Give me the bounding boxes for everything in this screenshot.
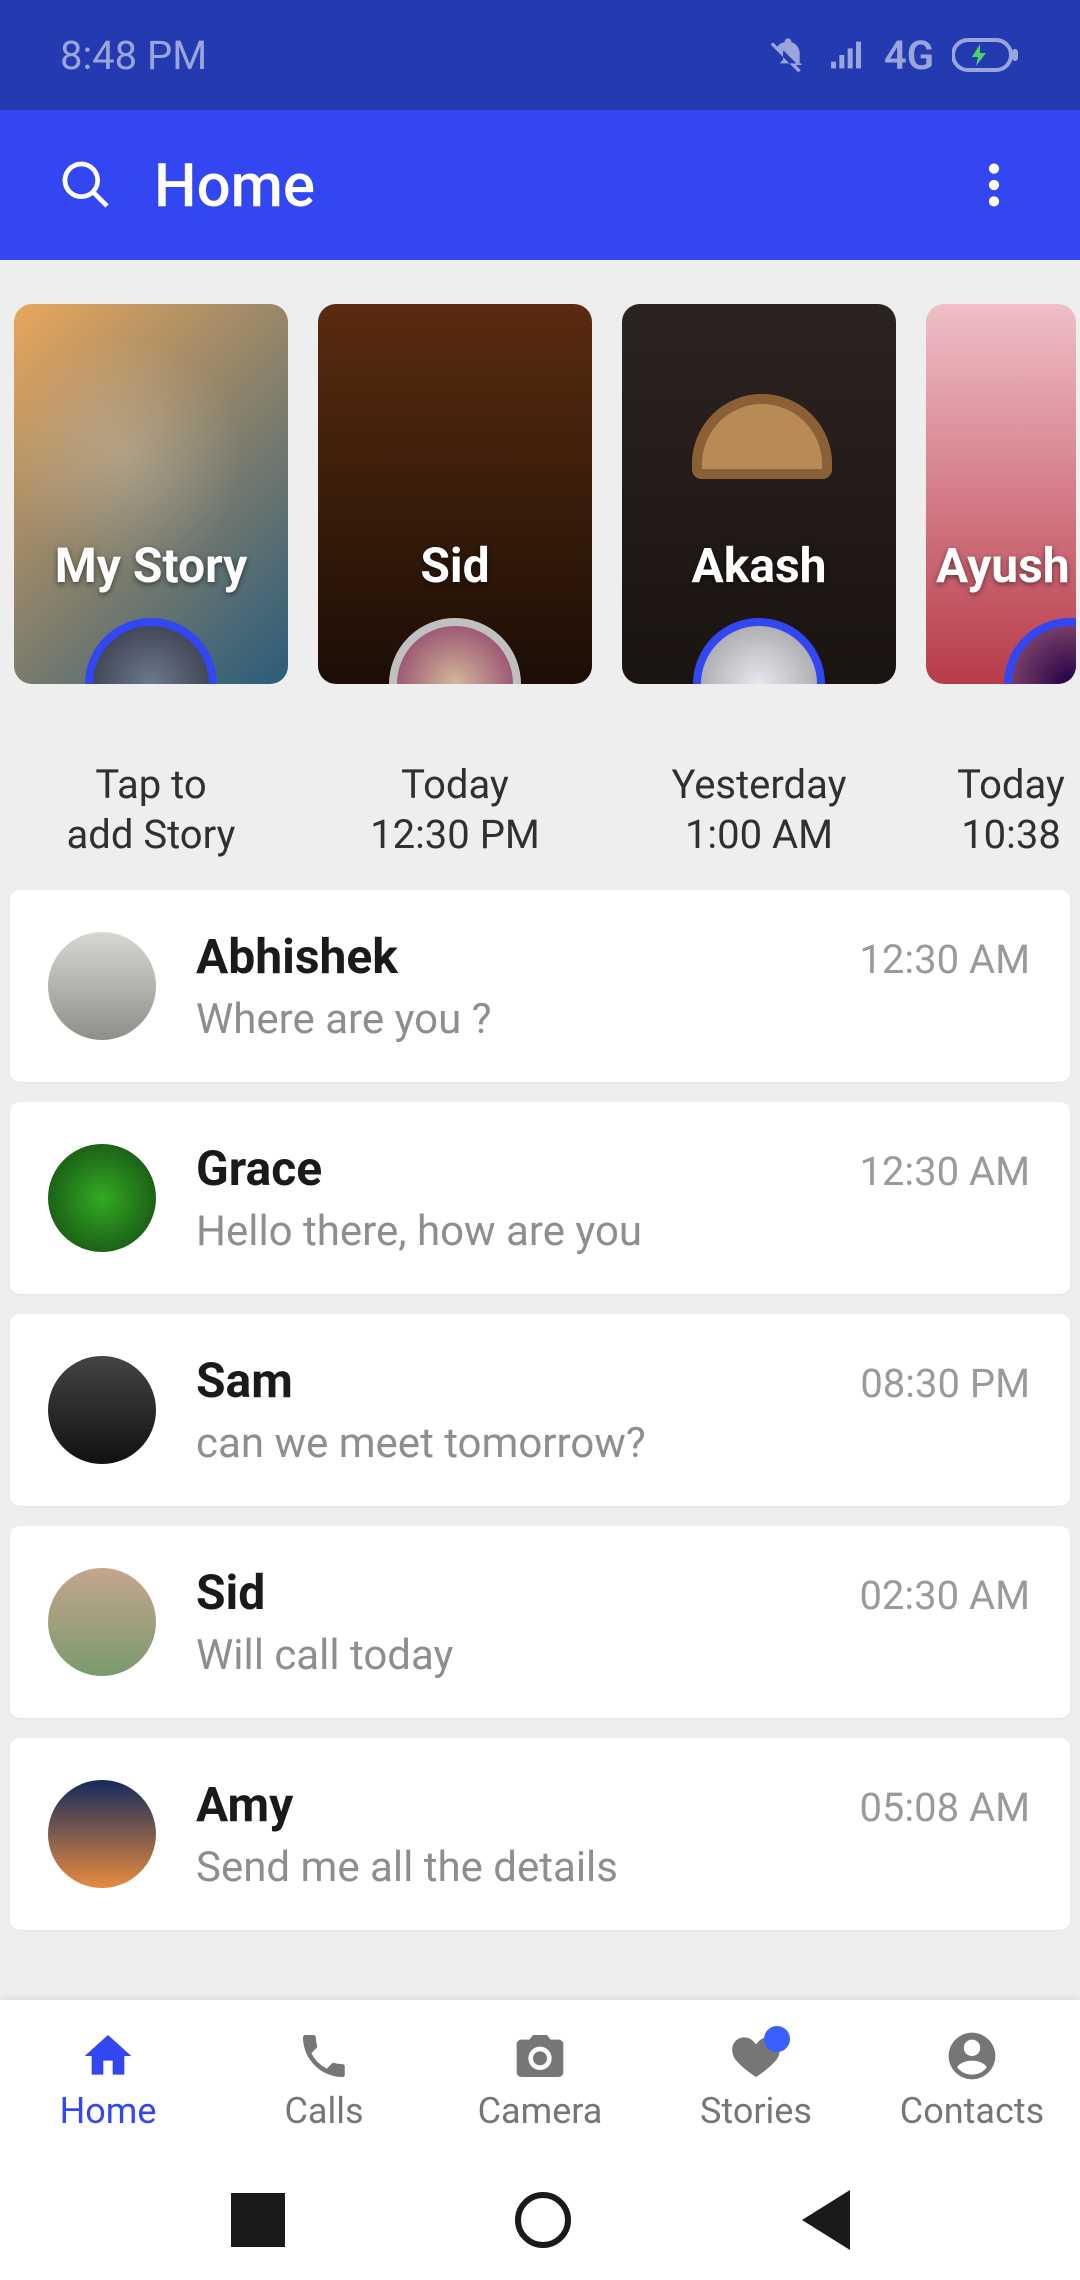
camera-icon xyxy=(512,2028,568,2084)
back-button[interactable] xyxy=(802,2190,850,2250)
home-icon xyxy=(80,2028,136,2084)
chat-preview: can we meet tomorrow? xyxy=(196,1419,1030,1468)
avatar xyxy=(48,1568,156,1676)
avatar xyxy=(48,932,156,1040)
story-my-story[interactable]: My Story Tap to add Story xyxy=(14,304,288,860)
nav-calls[interactable]: Calls xyxy=(216,2000,432,2160)
chat-preview: Will call today xyxy=(196,1631,1030,1680)
nav-label: Contacts xyxy=(900,2090,1044,2132)
chat-time: 12:30 AM xyxy=(859,1148,1030,1195)
chat-name: Sam xyxy=(196,1352,293,1409)
recent-apps-button[interactable] xyxy=(231,2193,285,2247)
story-image: Akash xyxy=(622,304,896,684)
story-caption: Tap to add Story xyxy=(67,760,236,860)
status-clock: 8:48 PM xyxy=(60,32,207,79)
app-toolbar: Home xyxy=(0,110,1080,260)
phone-icon xyxy=(296,2028,352,2084)
avatar xyxy=(48,1780,156,1888)
nav-home[interactable]: Home xyxy=(0,2000,216,2160)
search-icon[interactable] xyxy=(48,147,124,223)
chat-time: 08:30 PM xyxy=(860,1360,1030,1407)
story-label: Sid xyxy=(318,537,592,594)
story-image: Ayush xyxy=(926,304,1076,684)
avatar xyxy=(48,1144,156,1252)
bottom-nav: Home Calls Camera Stories Contacts xyxy=(0,2000,1080,2160)
story-avatar xyxy=(389,618,521,684)
nav-contacts[interactable]: Contacts xyxy=(864,2000,1080,2160)
story-sid[interactable]: Sid Today 12:30 PM xyxy=(318,304,592,860)
chat-row[interactable]: Grace 12:30 AM Hello there, how are you xyxy=(10,1102,1070,1294)
chat-name: Grace xyxy=(196,1140,322,1197)
nav-label: Stories xyxy=(700,2090,812,2132)
story-caption: Today 10:38 xyxy=(957,760,1065,860)
dnd-bell-off-icon xyxy=(768,35,808,75)
battery-charging-icon xyxy=(952,37,1020,73)
signal-icon xyxy=(826,35,866,75)
nav-camera[interactable]: Camera xyxy=(432,2000,648,2160)
chat-time: 12:30 AM xyxy=(859,936,1030,983)
story-avatar xyxy=(85,618,217,684)
story-label: Ayush xyxy=(936,537,1076,594)
story-ayush[interactable]: Ayush Today 10:38 xyxy=(926,304,1076,860)
nav-label: Camera xyxy=(478,2090,603,2132)
chat-preview: Hello there, how are you xyxy=(196,1207,1030,1256)
chat-row[interactable]: Amy 05:08 AM Send me all the details xyxy=(10,1738,1070,1930)
status-bar: 8:48 PM 4G xyxy=(0,0,1080,110)
story-caption: Yesterday 1:00 AM xyxy=(671,760,846,860)
story-image: My Story xyxy=(14,304,288,684)
more-vert-icon[interactable] xyxy=(956,147,1032,223)
chat-list[interactable]: Abhishek 12:30 AM Where are you ? Grace … xyxy=(0,890,1080,1930)
chat-preview: Where are you ? xyxy=(196,995,1030,1044)
page-title: Home xyxy=(154,150,315,221)
story-avatar xyxy=(1004,618,1076,684)
story-image: Sid xyxy=(318,304,592,684)
chat-preview: Send me all the details xyxy=(196,1843,1030,1892)
chat-row[interactable]: Sid 02:30 AM Will call today xyxy=(10,1526,1070,1718)
story-caption: Today 12:30 PM xyxy=(370,760,540,860)
chat-name: Abhishek xyxy=(196,928,398,985)
chat-name: Sid xyxy=(196,1564,265,1621)
chat-name: Amy xyxy=(196,1776,293,1833)
story-label: Akash xyxy=(622,537,896,594)
story-akash[interactable]: Akash Yesterday 1:00 AM xyxy=(622,304,896,860)
nav-stories[interactable]: Stories xyxy=(648,2000,864,2160)
chat-time: 05:08 AM xyxy=(859,1784,1030,1831)
chat-row[interactable]: Abhishek 12:30 AM Where are you ? xyxy=(10,890,1070,1082)
nav-label: Calls xyxy=(284,2090,363,2132)
story-avatar xyxy=(693,618,825,684)
account-circle-icon xyxy=(944,2028,1000,2084)
notification-dot-icon xyxy=(764,2026,790,2052)
status-indicators: 4G xyxy=(768,32,1020,79)
avatar xyxy=(48,1356,156,1464)
home-button[interactable] xyxy=(515,2192,571,2248)
chat-row[interactable]: Sam 08:30 PM can we meet tomorrow? xyxy=(10,1314,1070,1506)
network-type: 4G xyxy=(884,32,934,79)
system-nav-bar xyxy=(0,2160,1080,2280)
nav-label: Home xyxy=(60,2090,157,2132)
stories-strip[interactable]: My Story Tap to add Story Sid Today 12:3… xyxy=(0,260,1080,890)
story-label: My Story xyxy=(14,537,288,594)
chat-time: 02:30 AM xyxy=(859,1572,1030,1619)
